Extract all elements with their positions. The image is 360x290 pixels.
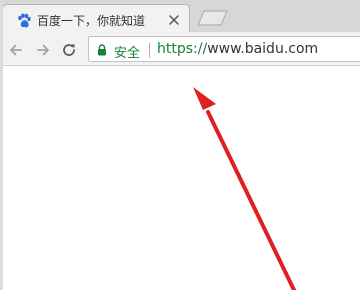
url-host: www.baidu.com xyxy=(207,41,319,57)
security-label: 安全 xyxy=(114,46,141,61)
reload-icon[interactable] xyxy=(60,41,78,59)
url-scheme: https:// xyxy=(157,41,208,57)
lock-icon xyxy=(98,44,106,56)
page-content xyxy=(3,66,360,290)
tab-title: 百度一下，你就知道 xyxy=(37,14,146,28)
back-arrow-icon[interactable] xyxy=(7,41,25,59)
baidu-paw-icon xyxy=(18,13,31,28)
address-divider xyxy=(149,43,150,58)
url-text[interactable]: https://www.baidu.com xyxy=(157,41,318,57)
address-bar[interactable]: 安全 https://www.baidu.com xyxy=(88,36,360,62)
new-tab-icon[interactable] xyxy=(196,9,230,27)
browser-toolbar: 安全 https://www.baidu.com xyxy=(0,32,360,66)
forward-arrow-icon[interactable] xyxy=(34,41,52,59)
close-icon[interactable] xyxy=(167,13,181,27)
tab-bar: 百度一下，你就知道 xyxy=(0,0,360,36)
browser-window: 百度一下，你就知道 安全 https://www.baidu.com xyxy=(0,0,360,290)
